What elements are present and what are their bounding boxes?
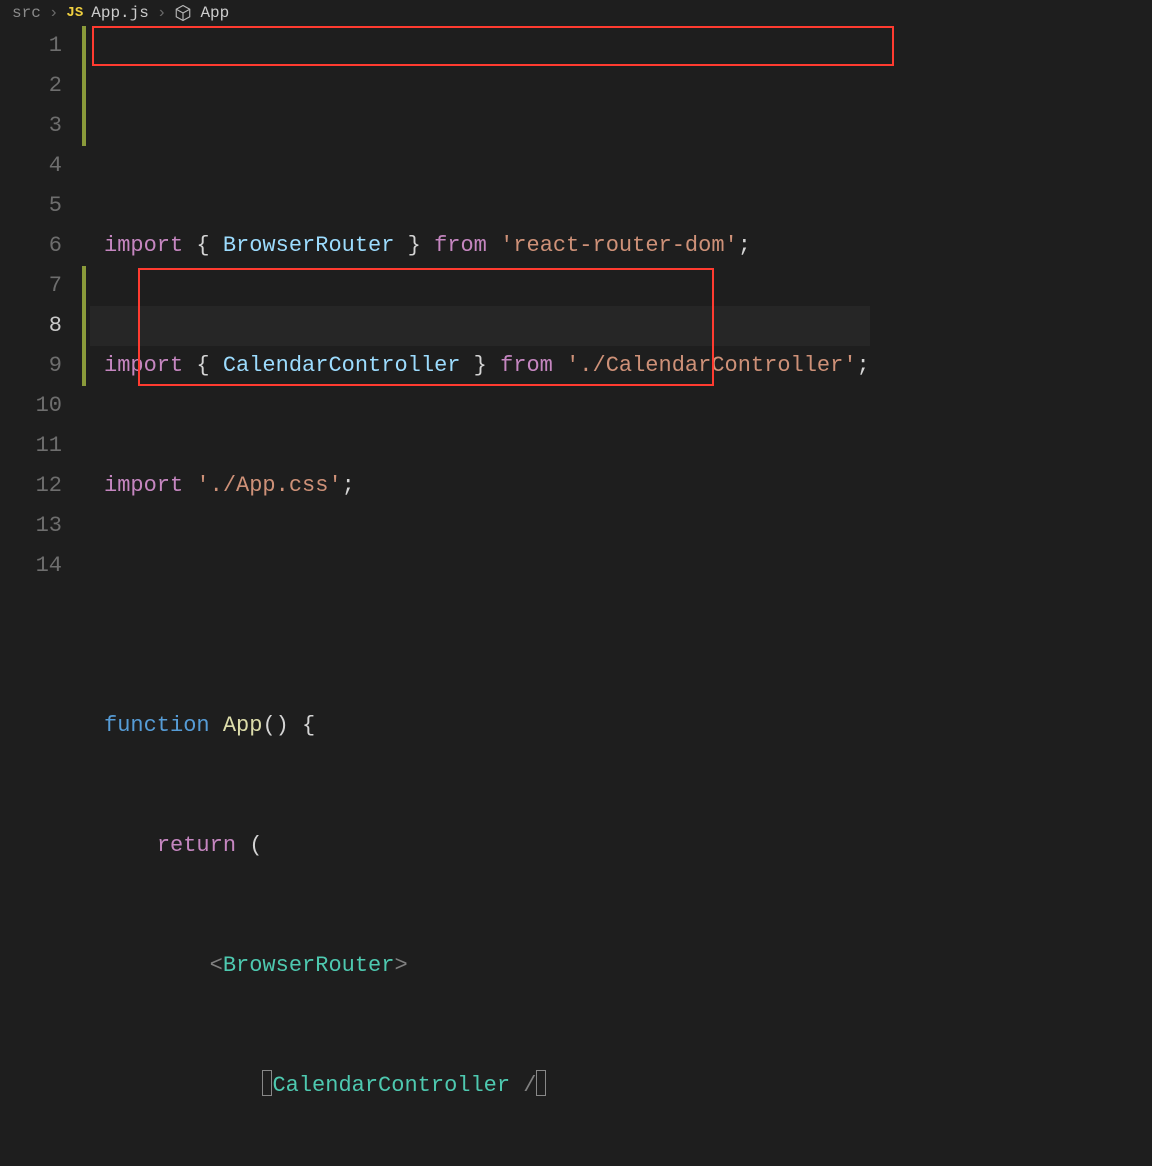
line-number-gutter: 1 2 3 4 5 6 7 8 9 10 11 12 13 14 xyxy=(0,26,82,1166)
breadcrumb-folder[interactable]: src xyxy=(12,4,41,22)
line-number: 3 xyxy=(0,106,62,146)
code-line[interactable]: import './App.css'; xyxy=(104,466,870,506)
line-number: 2 xyxy=(0,66,62,106)
cursor-bracket-right xyxy=(536,1070,546,1096)
cube-icon xyxy=(174,4,192,22)
breadcrumb-symbol[interactable]: App xyxy=(200,4,229,22)
line-number: 1 xyxy=(0,26,62,66)
breadcrumb[interactable]: src › JS App.js › App xyxy=(0,0,1152,26)
breadcrumb-file[interactable]: App.js xyxy=(91,4,149,22)
line-number: 4 xyxy=(0,146,62,186)
code-line[interactable]: <BrowserRouter> xyxy=(104,946,870,986)
code-line[interactable] xyxy=(104,586,870,626)
line-number: 11 xyxy=(0,426,62,466)
editor-area[interactable]: 1 2 3 4 5 6 7 8 9 10 11 12 13 14 import … xyxy=(0,26,1152,1166)
line-number: 5 xyxy=(0,186,62,226)
active-line-highlight xyxy=(90,306,870,346)
code-line[interactable]: import { BrowserRouter } from 'react-rou… xyxy=(104,226,870,266)
chevron-right-icon: › xyxy=(157,4,167,22)
code-line[interactable]: import { CalendarController } from './Ca… xyxy=(104,346,870,386)
chevron-right-icon: › xyxy=(49,4,59,22)
code-line[interactable]: CalendarController / xyxy=(104,1066,870,1106)
line-number: 9 xyxy=(0,346,62,386)
code-line[interactable]: function App() { xyxy=(104,706,870,746)
code-area[interactable]: import { BrowserRouter } from 'react-rou… xyxy=(90,26,870,1166)
modification-bar xyxy=(82,26,90,1166)
line-number: 7 xyxy=(0,266,62,306)
line-number: 12 xyxy=(0,466,62,506)
line-number: 6 xyxy=(0,226,62,266)
highlight-box xyxy=(92,26,894,66)
code-line[interactable]: return ( xyxy=(104,826,870,866)
line-number: 13 xyxy=(0,506,62,546)
line-number: 14 xyxy=(0,546,62,586)
js-file-icon: JS xyxy=(66,5,83,21)
cursor-bracket-left xyxy=(262,1070,272,1096)
line-number: 10 xyxy=(0,386,62,426)
line-number: 8 xyxy=(0,306,62,346)
